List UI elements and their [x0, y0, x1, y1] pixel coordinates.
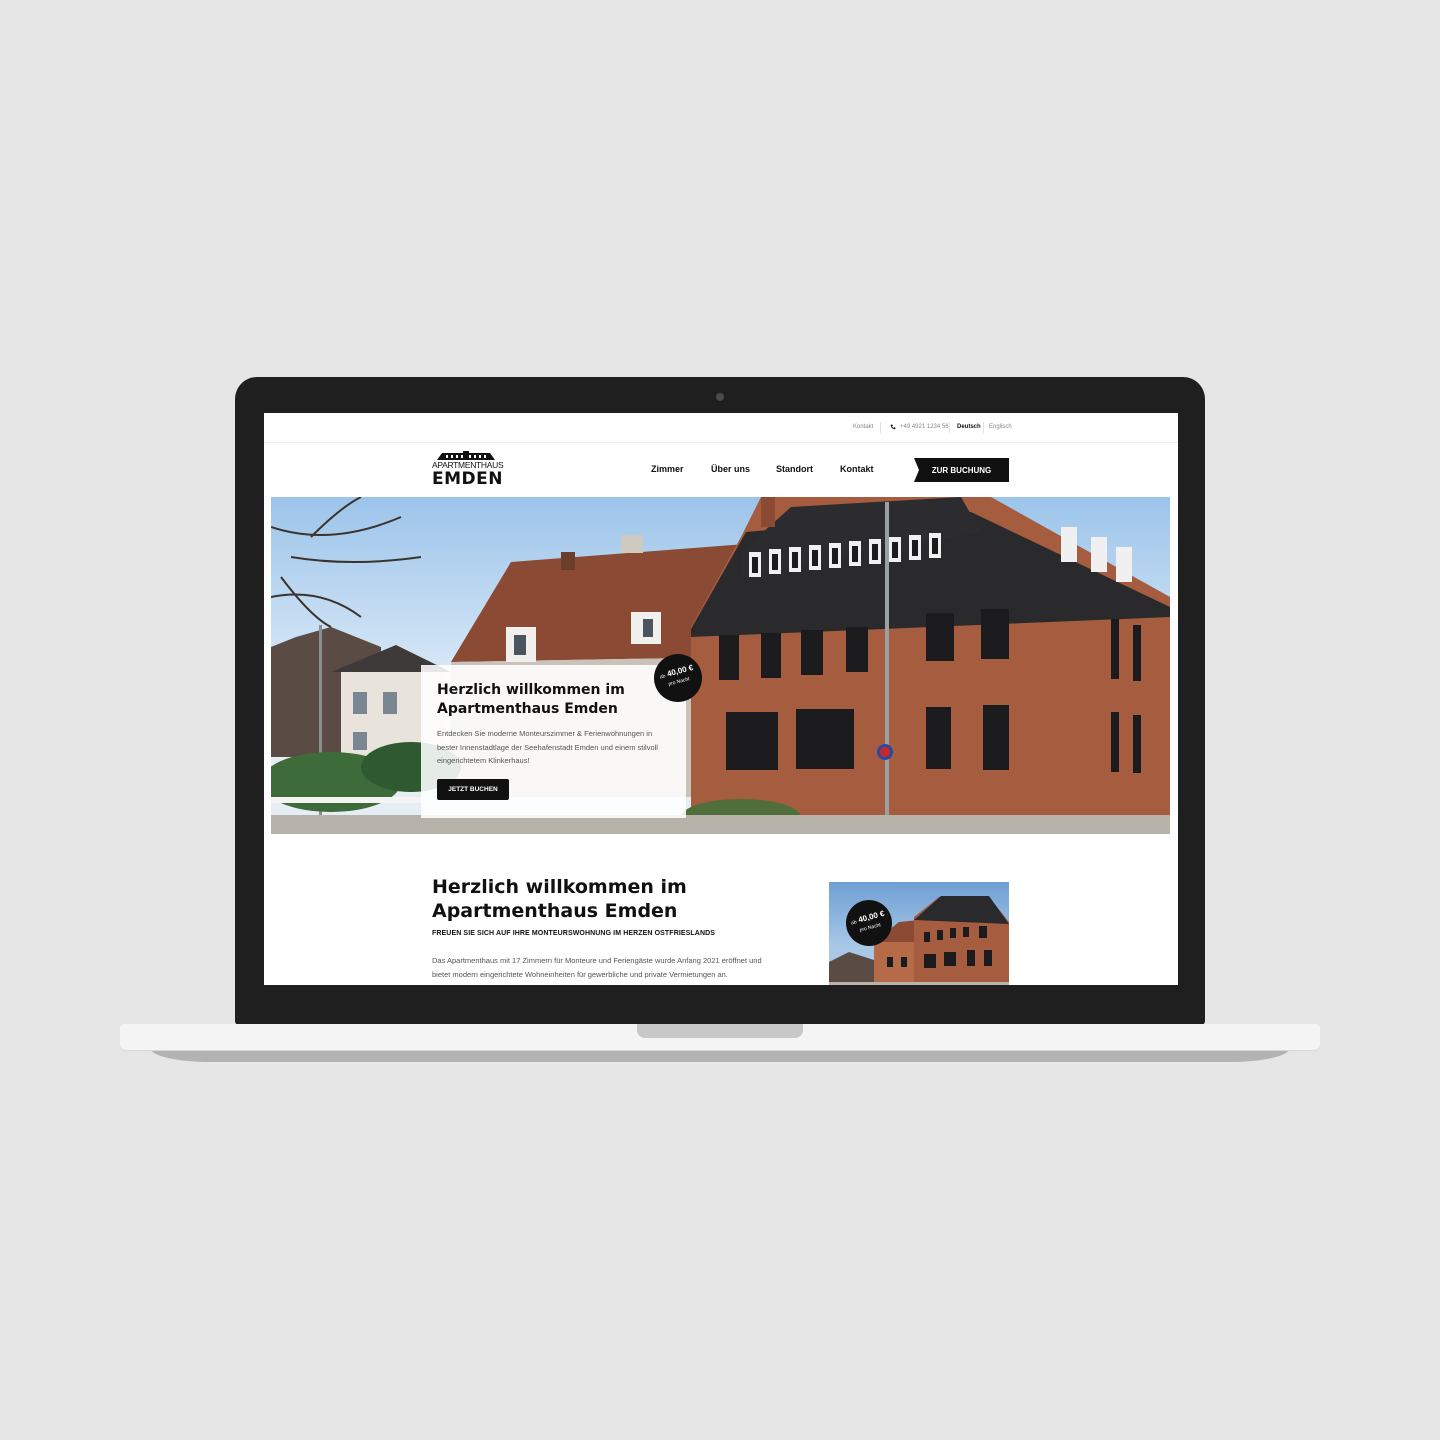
site-logo[interactable]: APARTMENTHAUS EMDEN [432, 451, 504, 491]
booking-button[interactable]: ZUR BUCHUNG [914, 458, 1009, 482]
book-now-button[interactable]: JETZT BUCHEN [437, 779, 509, 800]
building-illustration [271, 497, 1170, 834]
section-title: Herzlich willkommen im Apartmenthaus Emd… [432, 876, 687, 922]
topbar-divider [949, 422, 950, 433]
logo-title: EMDEN [432, 469, 503, 489]
hero-text: Entdecken Sie moderne Monteurszimmer & F… [437, 729, 658, 765]
website-screen: Kontakt +49 4921 1234 56 Deutsch Englisc… [264, 413, 1178, 985]
hero-title: Herzlich willkommen im Apartmenthaus Emd… [437, 682, 625, 717]
language-english[interactable]: Englisch [989, 424, 1012, 430]
laptop-base-shadow [150, 1048, 1290, 1062]
topbar-divider [880, 422, 881, 433]
nav-ueber-uns[interactable]: Über uns [711, 464, 750, 474]
topbar-contact-link[interactable]: Kontakt [853, 424, 873, 430]
phone-icon [890, 424, 896, 430]
top-bar: Kontakt +49 4921 1234 56 Deutsch Englisc… [264, 413, 1178, 443]
price-prefix: ab [659, 673, 667, 681]
language-german[interactable]: Deutsch [957, 424, 981, 430]
webcam-icon [716, 393, 724, 401]
nav-zimmer[interactable]: Zimmer [651, 464, 684, 474]
laptop-notch [637, 1024, 803, 1038]
hero-image [271, 497, 1170, 834]
topbar-divider [983, 422, 984, 433]
nav-kontakt[interactable]: Kontakt [840, 464, 874, 474]
section-text: Das Apartmenthaus mit 17 Zimmern für Mon… [432, 956, 762, 979]
nav-standort[interactable]: Standort [776, 464, 813, 474]
topbar-phone-number[interactable]: +49 4921 1234 56 [900, 424, 949, 430]
section-subtitle: FREUEN SIE SICH AUF IHRE MONTEURSWOHNUNG… [432, 930, 716, 937]
price-prefix: ab [850, 919, 858, 927]
